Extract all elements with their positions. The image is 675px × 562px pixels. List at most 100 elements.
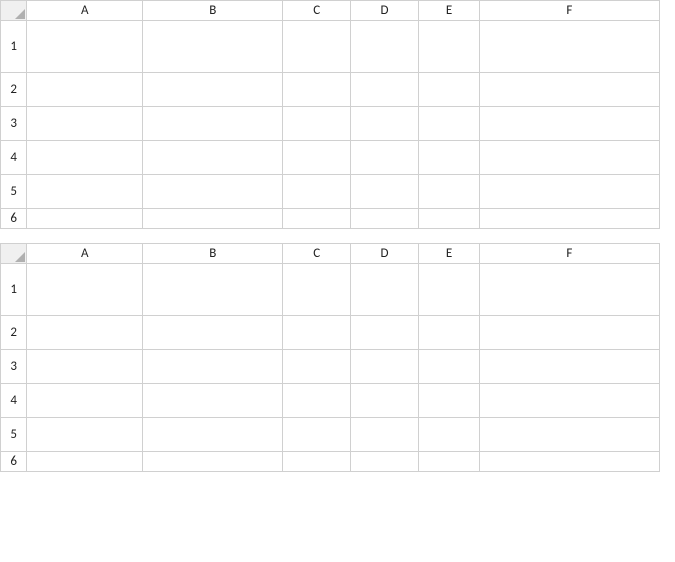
cell-e-5[interactable]: 9 Hari: [418, 418, 479, 452]
cell-e-2[interactable]: 9: [418, 316, 479, 350]
cell-c-4[interactable]: 9 Tahun: [283, 141, 351, 175]
cell-f-4[interactable]: 9 Tahun 7 Bulan 9 Hari: [480, 141, 659, 175]
cell-b-4[interactable]: 10/08/2017: [143, 141, 283, 175]
row-header-2[interactable]: 2: [1, 73, 27, 107]
row-header-3[interactable]: 3: [1, 107, 27, 141]
cell-e-6[interactable]: [418, 209, 479, 229]
row-header-3[interactable]: 3: [1, 350, 27, 384]
cell-e-4[interactable]: 9 Hari: [418, 141, 479, 175]
column-header-f[interactable]: F: [480, 1, 659, 21]
cell-f-3[interactable]: [480, 350, 659, 384]
cell-d-3[interactable]: 7: [351, 350, 419, 384]
column-header-d[interactable]: D: [351, 1, 419, 21]
cell-a-5[interactable]: 01/01/2008: [27, 418, 143, 452]
cell-e-6[interactable]: [418, 452, 479, 472]
header-cell-b[interactable]: TAHUN SEKARANG: [143, 21, 283, 73]
row-header-6[interactable]: 6: [1, 209, 27, 229]
cell-c-6[interactable]: [283, 209, 351, 229]
cell-d-2[interactable]: 7: [351, 316, 419, 350]
column-header-c[interactable]: C: [283, 1, 351, 21]
cell-f-6[interactable]: [480, 452, 659, 472]
cell-c-3[interactable]: 9: [283, 350, 351, 384]
cell-d-4[interactable]: 7 Bulan: [351, 384, 419, 418]
cell-b-4[interactable]: 10/08/2017: [143, 384, 283, 418]
column-header-e[interactable]: E: [418, 244, 479, 264]
cell-b-6[interactable]: [143, 209, 283, 229]
column-header-d[interactable]: D: [351, 244, 419, 264]
row-header-5[interactable]: 5: [1, 175, 27, 209]
cell-f-6[interactable]: [480, 209, 659, 229]
cell-e-3[interactable]: 9: [418, 107, 479, 141]
row-header-1[interactable]: 1: [1, 264, 27, 316]
cell-f-2[interactable]: [480, 316, 659, 350]
cell-f-4[interactable]: 9 Tahun 7 Bulan 9 Hari: [480, 384, 659, 418]
column-header-b[interactable]: B: [143, 244, 283, 264]
cell-c-2[interactable]: 9: [283, 316, 351, 350]
row-header-4[interactable]: 4: [1, 141, 27, 175]
cell-a-6[interactable]: [27, 209, 143, 229]
header-cell-e[interactable]: HARI: [418, 21, 479, 73]
select-all-corner[interactable]: [1, 244, 27, 264]
cell-c-6[interactable]: [283, 452, 351, 472]
cell-b-2[interactable]: 10/08/2017: [143, 316, 283, 350]
cell-d-6[interactable]: [351, 209, 419, 229]
cell-d-5[interactable]: 7 Bulan: [351, 175, 419, 209]
cell-b-6[interactable]: [143, 452, 283, 472]
column-header-a[interactable]: A: [27, 244, 143, 264]
cell-b-2[interactable]: 10/08/2017: [143, 73, 283, 107]
header-cell-f[interactable]: MASA KERJA(TAHUN-BULAN-HARI): [480, 21, 659, 73]
cell-b-3[interactable]: 10/08/2017: [143, 350, 283, 384]
header-cell-c[interactable]: TAHUN: [283, 264, 351, 316]
cell-d-2[interactable]: 7: [351, 73, 419, 107]
cell-a-5[interactable]: 01/01/2008: [27, 175, 143, 209]
column-header-c[interactable]: C: [283, 244, 351, 264]
cell-a-2[interactable]: 01/01/2008: [27, 316, 143, 350]
select-all-corner[interactable]: [1, 1, 27, 21]
cell-d-4[interactable]: 7 Bulan: [351, 141, 419, 175]
cell-e-3[interactable]: 9: [418, 350, 479, 384]
header-cell-a[interactable]: TAHUN MULAI: [27, 21, 143, 73]
header-cell-e[interactable]: HARI: [418, 264, 479, 316]
cell-a-2[interactable]: 01/01/2008: [27, 73, 143, 107]
header-cell-d[interactable]: BULAN: [351, 264, 419, 316]
column-header-e[interactable]: E: [418, 1, 479, 21]
cell-b-5[interactable]: [143, 175, 283, 209]
header-cell-d[interactable]: BULAN: [351, 21, 419, 73]
cell-c-4[interactable]: 9 Tahun: [283, 384, 351, 418]
header-cell-f[interactable]: MASA KERJA(TAHUN-BULAN-HARI): [480, 264, 659, 316]
header-cell-b[interactable]: TAHUN SEKARANG: [143, 264, 283, 316]
cell-a-6[interactable]: [27, 452, 143, 472]
row-header-4[interactable]: 4: [1, 384, 27, 418]
column-header-f[interactable]: F: [480, 244, 659, 264]
row-header-6[interactable]: 6: [1, 452, 27, 472]
gutter: [659, 1, 674, 21]
column-header-a[interactable]: A: [27, 1, 143, 21]
cell-c-5[interactable]: 9 Tahun: [283, 175, 351, 209]
cell-f-2[interactable]: [480, 73, 659, 107]
header-cell-a[interactable]: TAHUN MULAI: [27, 264, 143, 316]
row-header-5[interactable]: 5: [1, 418, 27, 452]
row-header-2[interactable]: 2: [1, 316, 27, 350]
header-f-line1: MASA KERJA: [480, 273, 658, 290]
cell-f-5[interactable]: 9 Tahun 7 Bulan 9 Hari: [480, 175, 659, 209]
cell-a-3[interactable]: 01/01/2008: [27, 107, 143, 141]
cell-e-5[interactable]: 9 Hari: [418, 175, 479, 209]
header-cell-c[interactable]: TAHUN: [283, 21, 351, 73]
cell-c-3[interactable]: 9: [283, 107, 351, 141]
cell-e-2[interactable]: 9: [418, 73, 479, 107]
cell-d-5[interactable]: 7 Bulan: [351, 418, 419, 452]
cell-a-3[interactable]: 01/01/2008: [27, 350, 143, 384]
cell-c-5[interactable]: 9 Tahun: [283, 418, 351, 452]
cell-b-5[interactable]: [143, 418, 283, 452]
cell-a-4[interactable]: 01/01/2008: [27, 384, 143, 418]
cell-f-5[interactable]: 9 Tahun 7 Bulan 9 Hari: [480, 418, 659, 452]
cell-d-6[interactable]: [351, 452, 419, 472]
cell-a-4[interactable]: 01/01/2008: [27, 141, 143, 175]
cell-c-2[interactable]: 9: [283, 73, 351, 107]
cell-f-3[interactable]: [480, 107, 659, 141]
cell-b-3[interactable]: 10/08/2017: [143, 107, 283, 141]
row-header-1[interactable]: 1: [1, 21, 27, 73]
cell-e-4[interactable]: 9 Hari: [418, 384, 479, 418]
column-header-b[interactable]: B: [143, 1, 283, 21]
cell-d-3[interactable]: 7: [351, 107, 419, 141]
